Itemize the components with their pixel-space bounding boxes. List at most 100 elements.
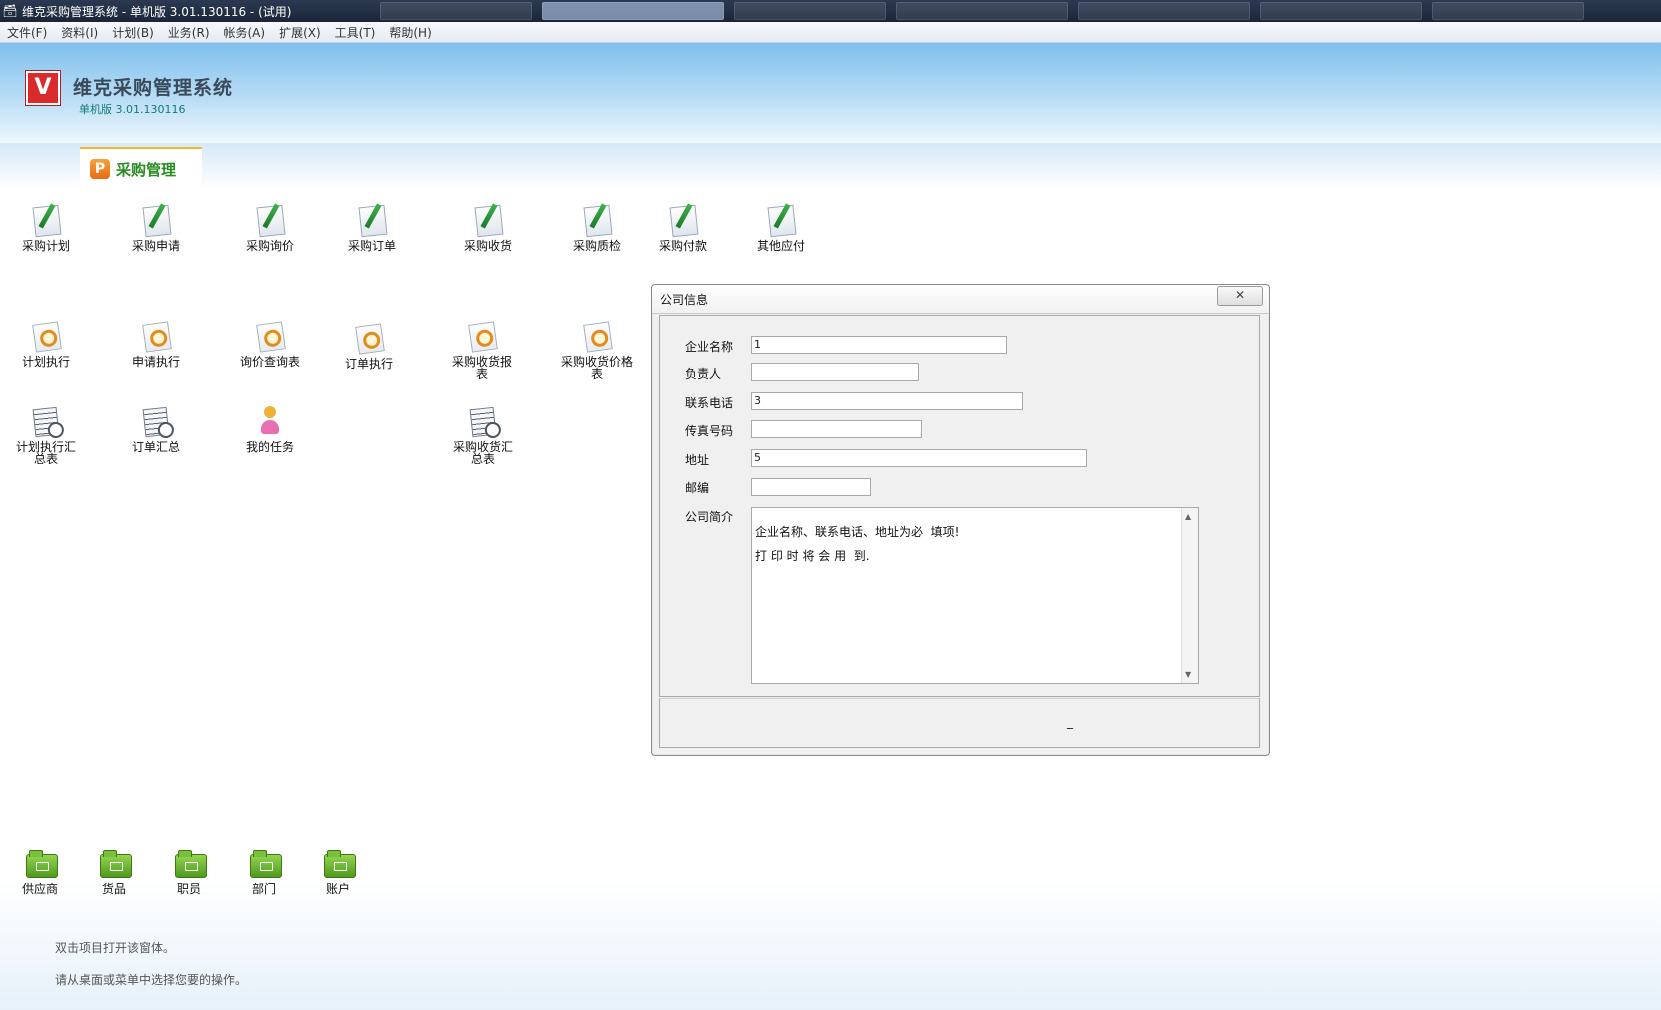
task-button[interactable]	[1078, 2, 1250, 20]
desktop-item-department[interactable]: 部门	[224, 846, 304, 895]
document-magnifier-icon	[352, 321, 386, 355]
item-label: 采购付款	[658, 239, 707, 253]
desktop-item-my-tasks[interactable]: 我的任务	[230, 404, 310, 453]
intro-label: 公司简介	[685, 510, 734, 524]
item-label: 部门	[251, 882, 276, 896]
desktop-item-other-payables[interactable]: 其他应付	[741, 203, 821, 252]
phone-field[interactable]: 3	[751, 392, 1023, 410]
dialog-footer: _	[659, 698, 1260, 748]
close-button[interactable]: ✕	[1217, 286, 1263, 306]
desktop-item-staff[interactable]: 职员	[149, 846, 229, 895]
desktop-item-purchase-receipt[interactable]: 采购收货	[448, 203, 528, 252]
zip-field[interactable]	[751, 478, 871, 496]
document-magnifier-icon	[29, 319, 63, 353]
item-label: 其他应付	[756, 239, 805, 253]
task-button-active[interactable]	[542, 2, 724, 20]
desktop-item-inquiry-report[interactable]: 询价查询表	[230, 319, 310, 368]
document-magnifier-icon	[253, 319, 287, 353]
footer-button[interactable]: _	[1067, 715, 1073, 729]
zip-label: 邮编	[685, 481, 710, 495]
menu-business[interactable]: 业务(R)	[161, 24, 217, 41]
desktop-item-purchase-order[interactable]: 采购订单	[332, 203, 412, 252]
menu-data[interactable]: 资料(I)	[54, 24, 105, 41]
folder-icon	[172, 846, 207, 880]
fax-label: 传真号码	[685, 424, 734, 438]
tab-label: 采购管理	[116, 160, 177, 179]
owner-label: 负责人	[685, 367, 722, 381]
desktop-item-receipt-price-report[interactable]: 采购收货价格表	[561, 319, 633, 380]
document-list-icon	[29, 404, 63, 438]
desktop-item-plan-execution[interactable]: 计划执行	[6, 319, 86, 368]
desktop-item-purchase-inquiry[interactable]: 采购询价	[230, 203, 310, 252]
window-title: 维克采购管理系统 - 单机版 3.01.130116 - (试用)	[22, 4, 292, 19]
folder-icon	[321, 846, 356, 880]
task-button[interactable]	[380, 2, 532, 20]
menu-accounts[interactable]: 帐务(A)	[217, 24, 273, 41]
person-icon	[253, 404, 287, 438]
item-label: 申请执行	[131, 355, 180, 369]
document-pen-icon	[666, 203, 700, 238]
hint-select-action: 请从桌面或菜单中选择您要的操作。	[55, 973, 248, 987]
document-magnifier-icon	[580, 319, 614, 353]
scroll-up-icon[interactable]: ▲	[1185, 512, 1191, 521]
task-button[interactable]	[896, 2, 1068, 20]
task-button[interactable]	[734, 2, 886, 20]
address-field[interactable]: 5	[751, 449, 1087, 467]
menu-help[interactable]: 帮助(H)	[382, 24, 438, 41]
desktop-item-receipt-report[interactable]: 采购收货报表	[448, 319, 516, 380]
item-label: 账户	[325, 882, 350, 896]
desktop-bottom-background	[0, 880, 1661, 1010]
item-label: 采购计划	[21, 239, 70, 253]
item-label: 采购询价	[245, 239, 294, 253]
document-magnifier-icon	[465, 319, 499, 353]
item-label: 采购收货价格表	[561, 355, 634, 381]
desktop-item-request-execution[interactable]: 申请执行	[116, 319, 196, 368]
menu-extend[interactable]: 扩展(X)	[272, 24, 328, 41]
desktop-item-receipt-summary[interactable]: 采购收货汇总表	[450, 404, 516, 465]
desktop-item-purchase-plan[interactable]: 采购计划	[6, 203, 86, 252]
item-label: 供应商	[21, 882, 58, 896]
close-icon: ✕	[1234, 288, 1246, 302]
intro-textarea[interactable]: 企业名称、联系电话、地址为必 填项! 打 印 时 将 会 用 到. ▲ ▼	[751, 507, 1199, 684]
desktop-item-purchase-payment[interactable]: 采购付款	[643, 203, 723, 252]
desktop-item-account[interactable]: 账户	[298, 846, 378, 895]
app-name: 维克采购管理系统	[73, 77, 234, 99]
intro-text: 企业名称、联系电话、地址为必 填项! 打 印 时 将 会 用 到.	[755, 525, 960, 563]
desktop-item-quality-check[interactable]: 采购质检	[557, 203, 637, 252]
dialog-titlebar[interactable]: 公司信息 ✕	[652, 285, 1269, 314]
purchase-module-icon: P	[90, 159, 110, 179]
desktop-item-order-summary[interactable]: 订单汇总	[116, 404, 196, 453]
document-pen-icon	[764, 203, 798, 238]
menu-tools[interactable]: 工具(T)	[328, 24, 383, 41]
folder-icon	[23, 846, 58, 880]
company-name-field[interactable]: 1	[751, 336, 1007, 354]
item-label: 采购收货	[463, 239, 512, 253]
item-label: 计划执行	[21, 355, 70, 369]
scroll-down-icon[interactable]: ▼	[1185, 670, 1191, 679]
desktop-item-purchase-request[interactable]: 采购申请	[116, 203, 196, 252]
address-label: 地址	[685, 453, 710, 467]
menu-file[interactable]: 文件(F)	[0, 24, 54, 41]
header-banner: V 维克采购管理系统 单机版 3.01.130116	[0, 43, 1661, 143]
desktop-item-goods[interactable]: 货品	[74, 846, 154, 895]
folder-icon	[97, 846, 132, 880]
hint-double-click: 双击项目打开该窗体。	[55, 941, 176, 955]
desktop-item-supplier[interactable]: 供应商	[0, 846, 80, 895]
fax-field[interactable]	[751, 420, 922, 438]
item-label: 我的任务	[245, 440, 294, 454]
item-label: 询价查询表	[239, 355, 300, 369]
desktop-item-order-execution[interactable]: 订单执行	[329, 321, 409, 370]
tab-purchase-management[interactable]: P 采购管理	[80, 147, 202, 189]
desktop-item-plan-summary[interactable]: 计划执行汇总表	[13, 404, 79, 465]
document-pen-icon	[139, 203, 173, 238]
module-tab-row: P 采购管理	[0, 143, 1661, 189]
task-button[interactable]	[1260, 2, 1422, 20]
company-name-label: 企业名称	[685, 340, 734, 354]
document-pen-icon	[580, 203, 614, 238]
item-label: 订单汇总	[131, 440, 180, 454]
intro-scrollbar[interactable]: ▲ ▼	[1181, 508, 1198, 683]
owner-field[interactable]	[751, 363, 919, 381]
app-icon: 🗃	[2, 4, 18, 18]
task-button[interactable]	[1432, 2, 1584, 20]
menu-plan[interactable]: 计划(B)	[105, 24, 161, 41]
